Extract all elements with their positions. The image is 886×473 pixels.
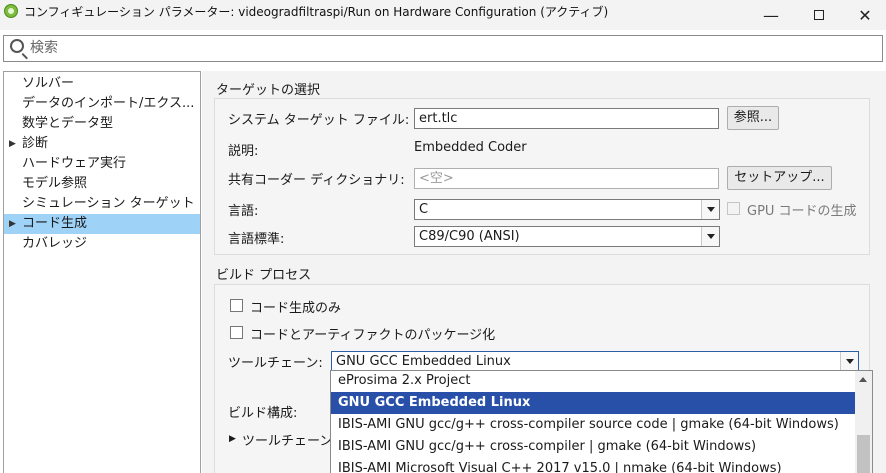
system-target-field[interactable]: ert.tlc (414, 108, 719, 129)
nav-item-label: 診断 (22, 136, 49, 151)
dropdown-arrow-icon[interactable] (701, 200, 719, 219)
toolchain-details-arrow-icon[interactable]: ▶ (229, 431, 236, 447)
nav-tree: ソルバー データのインポート/エクス... 数学とデータ型 ▶ 診断 ハードウェ… (3, 71, 201, 473)
language-standard-label: 言語標準: (228, 232, 285, 247)
nav-item-simulation-target[interactable]: シミュレーション ターゲット (4, 194, 200, 214)
window-title: コンフィギュレーション パラメーター: videogradfiltraspi/R… (24, 5, 609, 19)
toolchain-option[interactable]: IBIS-AMI GNU gcc/g++ cross-compiler | gm… (331, 436, 855, 458)
search-input[interactable] (30, 38, 870, 58)
nav-item-label: 数学とデータ型 (22, 116, 114, 131)
nav-item-label: カバレッジ (22, 236, 88, 251)
app-icon (4, 4, 18, 18)
dropdown-arrow-icon[interactable] (840, 352, 858, 371)
generate-code-only-label: コード生成のみ (250, 301, 342, 316)
title-bar: コンフィギュレーション パラメーター: videogradfiltraspi/R… (0, 0, 886, 30)
nav-item-label: モデル参照 (22, 176, 88, 191)
toolchain-option[interactable]: IBIS-AMI GNU gcc/g++ cross-compiler sour… (331, 414, 855, 436)
nav-item-math-data-types[interactable]: 数学とデータ型 (4, 114, 200, 134)
toolchain-select[interactable]: GNU GCC Embedded Linux (331, 351, 859, 372)
nav-item-coverage[interactable]: カバレッジ (4, 234, 200, 254)
scroll-up-icon[interactable] (859, 377, 867, 382)
target-selection-title: ターゲットの選択 (216, 83, 321, 98)
close-button[interactable]: ✕ (842, 0, 886, 30)
build-configuration-label: ビルド構成: (228, 406, 298, 421)
generate-code-only-checkbox[interactable] (230, 299, 243, 312)
package-code-label: コードとアーティファクトのパッケージ化 (250, 328, 496, 343)
toolchain-dropdown-list: eProsima 2.x Project GNU GCC Embedded Li… (330, 370, 873, 473)
toolchain-details-label[interactable]: ツールチェーン (242, 430, 332, 449)
scroll-thumb[interactable] (857, 435, 870, 473)
build-process-title: ビルド プロセス (216, 268, 312, 283)
minimize-button[interactable]: — (748, 0, 794, 30)
nav-item-model-referencing[interactable]: モデル参照 (4, 174, 200, 194)
setup-button[interactable]: セットアップ... (727, 166, 832, 190)
nav-item-label: データのインポート/エクス... (22, 96, 195, 111)
search-icon (10, 39, 24, 53)
nav-item-label: コード生成 (22, 216, 88, 231)
gpu-code-label: GPU コードの生成 (747, 204, 857, 219)
browse-button[interactable]: 参照... (727, 106, 779, 130)
nav-item-data-import-export[interactable]: データのインポート/エクス... (4, 94, 200, 114)
nav-item-diagnostics[interactable]: ▶ 診断 (4, 134, 200, 154)
system-target-label: システム ターゲット ファイル: (228, 113, 410, 128)
language-standard-select[interactable]: C89/C90 (ANSI) (414, 226, 720, 247)
nav-item-code-generation[interactable]: ▶ コード生成 (4, 214, 200, 234)
language-label: 言語: (228, 204, 259, 219)
toolchain-option[interactable]: eProsima 2.x Project (331, 371, 855, 392)
dropdown-arrow-icon[interactable] (701, 227, 719, 246)
maximize-button[interactable] (796, 0, 842, 30)
shared-dictionary-label: 共有コーダー ディクショナリ: (228, 173, 405, 188)
shared-dictionary-field[interactable]: <空> (414, 168, 719, 189)
description-value: Embedded Coder (414, 140, 527, 155)
expand-arrow-icon[interactable]: ▶ (9, 134, 16, 154)
toolchain-value: GNU GCC Embedded Linux (336, 354, 511, 369)
maximize-icon (814, 10, 824, 20)
description-label: 説明: (228, 144, 259, 159)
toolchain-option-selected[interactable]: GNU GCC Embedded Linux (331, 392, 855, 414)
dropdown-scrollbar[interactable] (855, 371, 872, 473)
toolchain-label: ツールチェーン: (228, 356, 323, 371)
gpu-code-checkbox[interactable] (727, 202, 740, 215)
search-box[interactable] (3, 35, 883, 62)
language-standard-value: C89/C90 (ANSI) (419, 229, 520, 244)
nav-item-label: ソルバー (22, 76, 75, 91)
nav-item-hardware-implementation[interactable]: ハードウェア実行 (4, 154, 200, 174)
target-selection-group: システム ターゲット ファイル: ert.tlc 参照... 説明: Embed… (214, 98, 870, 255)
nav-item-solver[interactable]: ソルバー (4, 74, 200, 94)
expand-arrow-icon[interactable]: ▶ (9, 214, 16, 234)
language-value: C (419, 202, 429, 217)
package-code-checkbox[interactable] (230, 326, 243, 339)
toolchain-option[interactable]: IBIS-AMI Microsoft Visual C++ 2017 v15.0… (331, 458, 855, 473)
nav-item-label: シミュレーション ターゲット (22, 196, 195, 211)
nav-item-label: ハードウェア実行 (22, 156, 127, 171)
language-select[interactable]: C (414, 199, 720, 220)
